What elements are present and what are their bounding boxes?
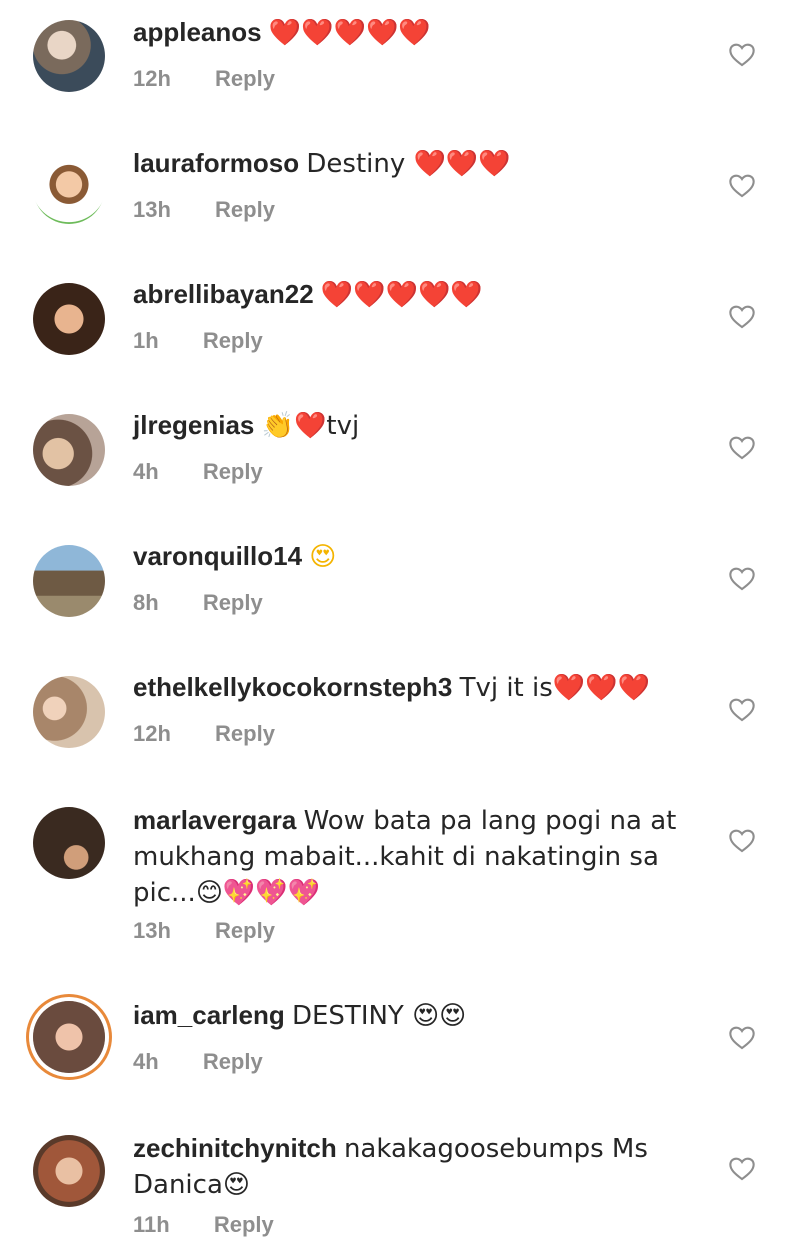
reply-button[interactable]: Reply <box>203 590 263 616</box>
comment-timestamp: 12h <box>133 721 171 746</box>
comment-username[interactable]: varonquillo14 <box>133 541 302 571</box>
comment-text: DESTINY 😍😍 <box>291 1001 467 1031</box>
comment-username[interactable]: appleanos <box>133 17 262 47</box>
comment-text: ❤️❤️❤️❤️❤️ <box>320 280 483 310</box>
reply-button[interactable]: Reply <box>215 918 275 944</box>
comment-username[interactable]: ethelkellykocokornsteph3 <box>133 672 452 702</box>
comment-text: 👏❤️tvj <box>261 411 360 441</box>
avatar[interactable] <box>33 20 105 92</box>
heart-outline-icon[interactable] <box>728 434 756 460</box>
comment-text: 😍 <box>309 542 337 572</box>
comment-timestamp: 13h <box>133 197 171 222</box>
comment-username[interactable]: abrellibayan22 <box>133 279 314 309</box>
reply-button[interactable]: Reply <box>203 459 263 485</box>
heart-outline-icon[interactable] <box>728 1024 756 1050</box>
reply-button[interactable]: Reply <box>215 721 275 747</box>
heart-outline-icon[interactable] <box>728 1155 756 1181</box>
avatar[interactable] <box>33 1001 105 1073</box>
comment-text: Tvj it is❤️❤️❤️ <box>459 673 650 703</box>
heart-outline-icon[interactable] <box>728 172 756 198</box>
comment-timestamp: 11h <box>133 1212 170 1237</box>
heart-outline-icon[interactable] <box>728 41 756 67</box>
avatar[interactable] <box>33 1135 105 1207</box>
comment-username[interactable]: jlregenias <box>133 410 254 440</box>
comment-text: Destiny ❤️❤️❤️ <box>306 149 511 179</box>
heart-outline-icon[interactable] <box>728 696 756 722</box>
comment-timestamp: 1h <box>133 328 159 353</box>
comment-timestamp: 4h <box>133 459 159 484</box>
heart-outline-icon[interactable] <box>728 565 756 591</box>
reply-button[interactable]: Reply <box>215 197 275 223</box>
comment-timestamp: 4h <box>133 1049 159 1074</box>
avatar[interactable] <box>33 545 105 617</box>
comment-username[interactable]: marlavergara <box>133 805 296 835</box>
avatar[interactable] <box>33 283 105 355</box>
comment-username[interactable]: lauraformoso <box>133 148 299 178</box>
avatar[interactable] <box>33 807 105 879</box>
comment-text: ❤️❤️❤️❤️❤️ <box>268 18 431 48</box>
reply-button[interactable]: Reply <box>203 328 263 354</box>
reply-button[interactable]: Reply <box>215 66 275 92</box>
heart-outline-icon[interactable] <box>728 827 756 853</box>
comment-username[interactable]: iam_carleng <box>133 1000 285 1030</box>
comment-timestamp: 8h <box>133 590 159 615</box>
avatar[interactable] <box>33 414 105 486</box>
heart-outline-icon[interactable] <box>728 303 756 329</box>
avatar[interactable] <box>33 152 105 224</box>
comment-timestamp: 13h <box>133 918 171 943</box>
avatar[interactable] <box>33 676 105 748</box>
comment-username[interactable]: zechinitchynitch <box>133 1133 337 1163</box>
reply-button[interactable]: Reply <box>203 1049 263 1075</box>
comment-timestamp: 12h <box>133 66 171 91</box>
reply-button[interactable]: Reply <box>214 1212 274 1238</box>
